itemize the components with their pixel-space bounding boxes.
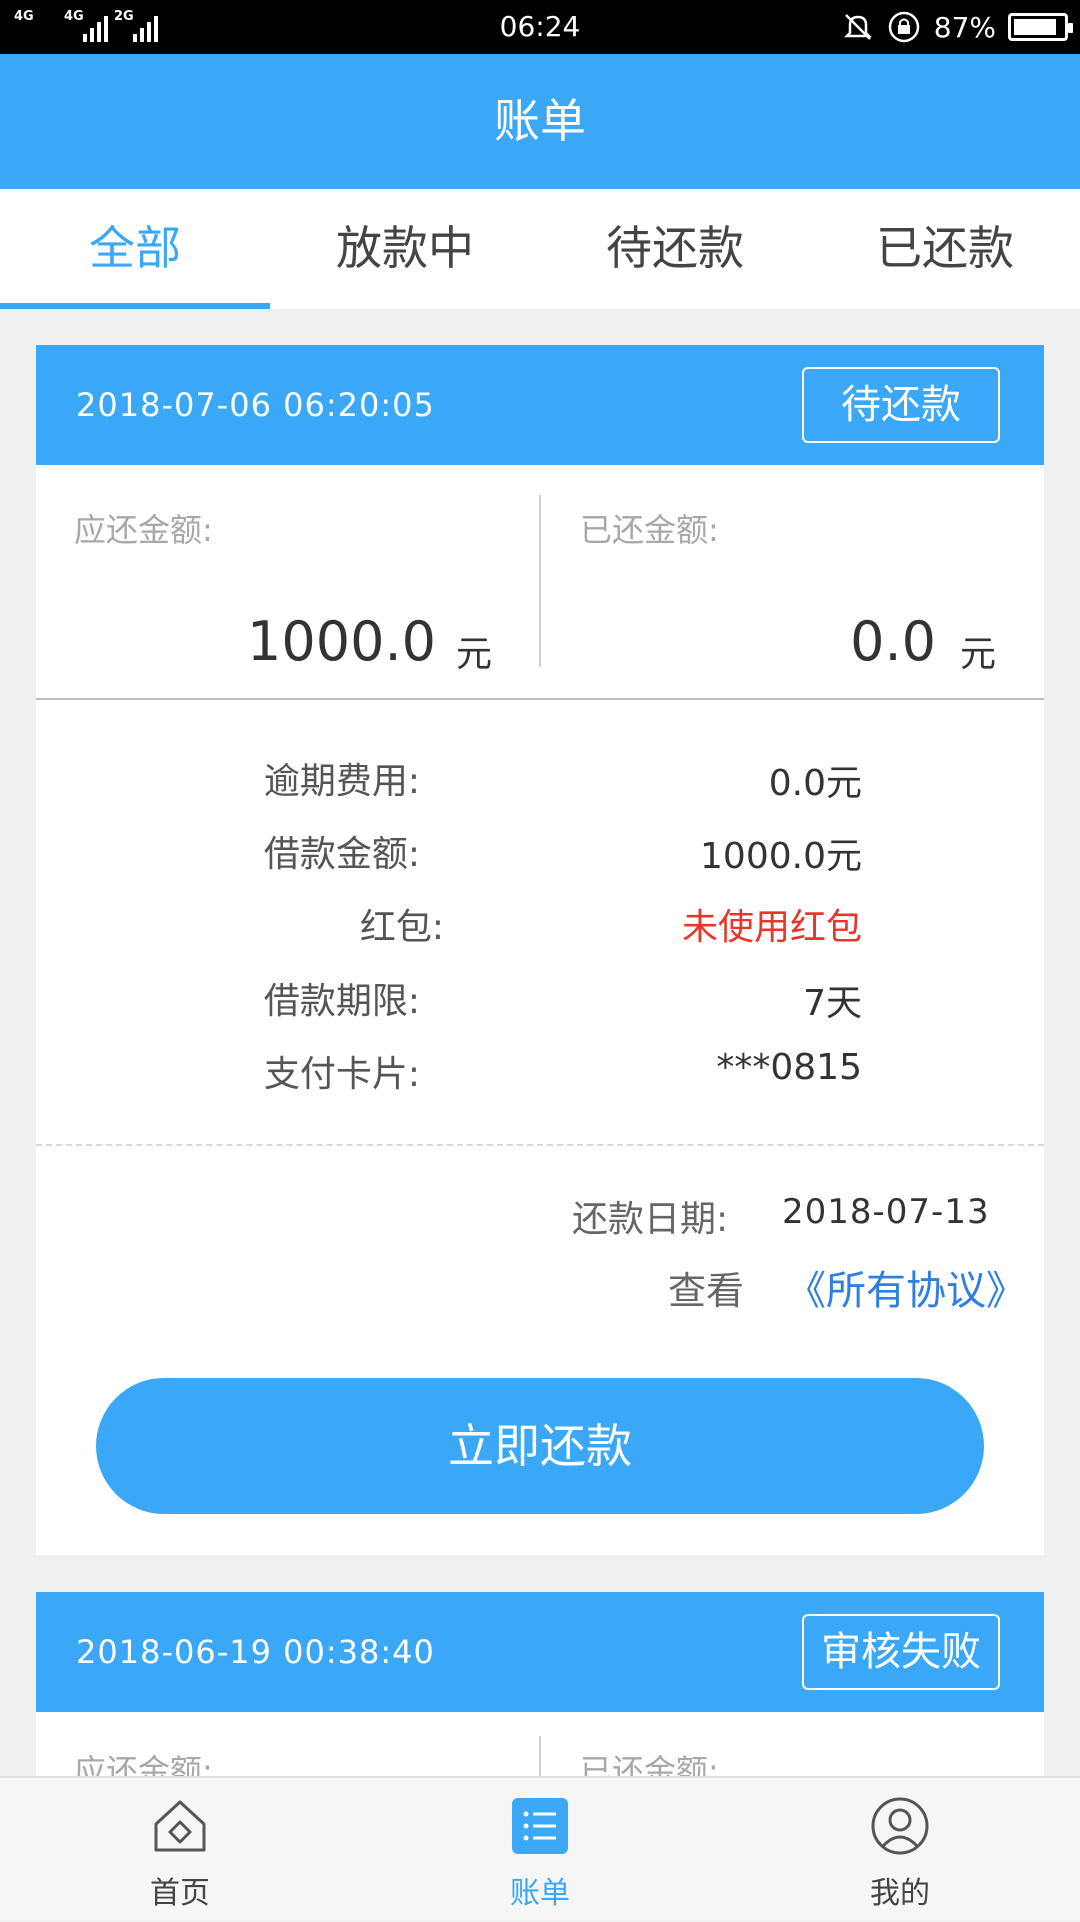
bill-card: 2018-06-19 00:38:40 审核失败 应还金额: 已还金额: [36,1592,1044,1776]
red-packet-label: 红包: [359,907,444,948]
status-badge: 审核失败 [802,1614,1000,1690]
bill-card-header: 2018-07-06 06:20:05 待还款 [36,345,1044,465]
nav-bills[interactable]: 账单 [360,1778,720,1922]
tab-repaid[interactable]: 已还款 [810,189,1080,309]
divider [539,495,541,667]
status-badge: 待还款 [802,367,1000,443]
payment-card-label: 支付卡片: [263,1054,420,1095]
due-amount-value: 1000.0 [247,610,436,673]
view-label: 查看 [668,1269,745,1313]
bottom-navigation: 首页 账单 我的 [0,1776,1080,1920]
repay-now-button[interactable]: 立即还款 [96,1378,984,1514]
nav-bills-label: 账单 [510,1876,570,1911]
bill-datetime: 2018-06-19 00:38:40 [76,1633,435,1671]
overdue-fee-value: 0.0元 [768,763,862,804]
overdue-fee-label: 逾期费用: [263,761,420,802]
status-icons: 87% [842,8,1073,46]
mute-bell-icon [843,14,872,40]
bill-datetime: 2018-07-06 06:20:05 [76,386,435,424]
nav-home[interactable]: 首页 [0,1778,360,1922]
agreements-link[interactable]: 《所有协议》 [786,1258,1026,1316]
due-amount-label: 应还金额: [74,511,213,549]
bill-details: 逾期费用: 0.0元 借款金额: 1000.0元 红包: 未使用红包 借款期限:… [36,700,1044,1150]
amount-summary: 应还金额: 1000.0 元 已还金额: 0.0 元 [36,465,1044,700]
status-bar: 4G 4G 2G 06:24 87% [0,0,1080,54]
amount-summary: 应还金额: 已还金额: [36,1712,1044,1776]
tab-all[interactable]: 全部 [0,189,270,309]
profile-icon [871,1797,929,1855]
nav-profile-label: 我的 [870,1876,930,1911]
paid-amount-label: 已还金额: [580,1752,719,1776]
nav-home-label: 首页 [150,1876,210,1911]
due-amount-unit: 元 [456,634,493,675]
battery-icon [1008,13,1073,41]
divider [539,1736,541,1776]
due-amount-label: 应还金额: [74,1752,213,1776]
bill-footer: 还款日期: 2018-07-13 查看 《所有协议》 立即还款 [36,1150,1044,1555]
dashed-divider [36,1144,1044,1146]
bill-card: 2018-07-06 06:20:05 待还款 应还金额: 1000.0 元 已… [36,345,1044,1555]
payment-card-value: ***0815 [716,1047,862,1088]
page-title: 账单 [0,54,1080,189]
paid-amount-unit: 元 [960,634,997,675]
paid-amount-label: 已还金额: [580,511,719,549]
loan-amount-label: 借款金额: [263,834,420,875]
battery-percent: 87% [933,10,996,44]
loan-amount-value: 1000.0元 [700,836,862,877]
red-packet-value: 未使用红包 [681,907,862,948]
tab-disbursing[interactable]: 放款中 [270,189,540,309]
filter-tabs: 全部 放款中 待还款 已还款 [0,189,1080,309]
bill-list-icon [512,1798,568,1854]
repay-date-value: 2018-07-13 [782,1192,990,1232]
tab-pending-repayment[interactable]: 待还款 [540,189,810,309]
nav-profile[interactable]: 我的 [720,1778,1080,1922]
rotation-lock-icon [888,11,920,43]
paid-amount-value: 0.0 [850,610,936,673]
home-icon [154,1800,206,1852]
repay-date-label: 还款日期: [572,1199,729,1240]
loan-term-label: 借款期限: [263,981,420,1022]
loan-term-value: 7天 [803,983,862,1024]
bill-card-header: 2018-06-19 00:38:40 审核失败 [36,1592,1044,1712]
